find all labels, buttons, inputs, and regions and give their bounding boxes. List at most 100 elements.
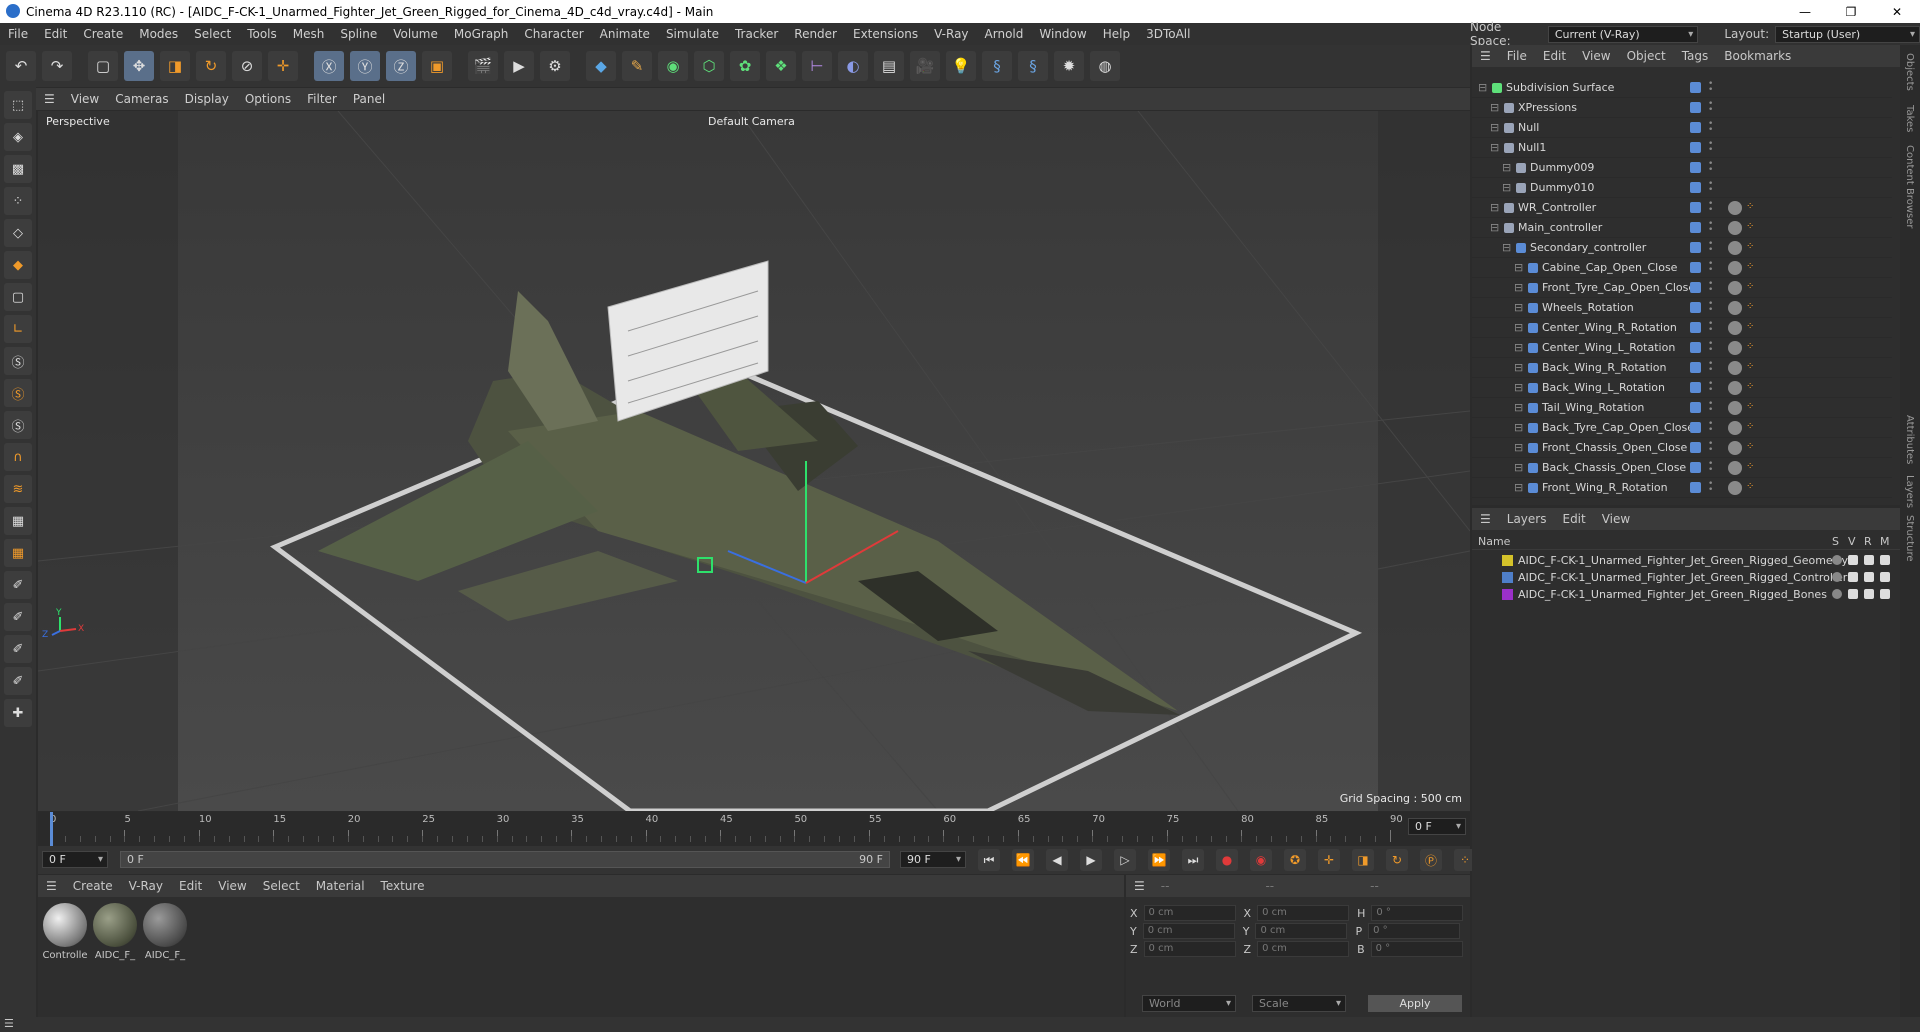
next-frame-icon[interactable]: ▷ <box>1114 849 1136 871</box>
layer-hamburger-icon[interactable]: ☰ <box>1472 512 1499 526</box>
expand-toggle-icon[interactable]: ⊟ <box>1514 481 1523 494</box>
scale-tool-icon[interactable]: ◨ <box>160 51 190 81</box>
tab-content-browser[interactable]: Content Browser <box>1904 145 1915 228</box>
object-row[interactable]: ⊟ Cabine_Cap_Open_Close • • ⁘ <box>1472 258 1892 278</box>
render-view-icon[interactable]: 🎬 <box>468 51 498 81</box>
object-row[interactable]: ⊟ Center_Wing_R_Rotation • • ⁘ <box>1472 318 1892 338</box>
previous-key-icon[interactable]: ⏪ <box>1012 849 1034 871</box>
visibility-dots-icon[interactable]: • • <box>1708 340 1713 355</box>
visibility-dots-icon[interactable]: • • <box>1708 360 1713 375</box>
menu-animate[interactable]: Animate <box>592 27 658 41</box>
material-tag-icon[interactable] <box>1728 201 1742 215</box>
move-tool-icon[interactable]: ✥ <box>124 51 154 81</box>
expand-toggle-icon[interactable]: ⊟ <box>1490 141 1499 154</box>
expand-toggle-icon[interactable]: ⊟ <box>1490 121 1499 134</box>
menu-character[interactable]: Character <box>516 27 591 41</box>
expand-toggle-icon[interactable]: ⊟ <box>1514 321 1523 334</box>
render-toggle-icon[interactable] <box>1864 555 1874 565</box>
visibility-dots-icon[interactable]: • • <box>1708 280 1713 295</box>
object-row[interactable]: ⊟ Back_Tyre_Cap_Open_Close • • ⁘ <box>1472 418 1892 438</box>
coordinate-field[interactable]: 0 cm <box>1142 923 1235 939</box>
points-mode-icon[interactable]: ⁘ <box>4 187 32 215</box>
visibility-dots-icon[interactable]: • • <box>1708 160 1713 175</box>
material-menu-v-ray[interactable]: V-Ray <box>121 879 171 893</box>
layer-color-swatch[interactable] <box>1502 572 1513 583</box>
uv-mode-icon[interactable]: ▢ <box>4 283 32 311</box>
visibility-dots-icon[interactable]: • • <box>1708 420 1713 435</box>
object-row[interactable]: ⊟ Front_Wing_R_Rotation • • ⁘ <box>1472 478 1892 498</box>
rotate-tool-icon[interactable]: ↻ <box>196 51 226 81</box>
coordinate-field[interactable]: 0 ° <box>1371 905 1464 921</box>
visible-toggle-icon[interactable] <box>1848 555 1858 565</box>
tab-layers[interactable]: Layers <box>1904 475 1915 508</box>
visibility-dots-icon[interactable]: • • <box>1708 240 1713 255</box>
object-row[interactable]: ⊟ Front_Tyre_Cap_Open_Close • • ⁘ <box>1472 278 1892 298</box>
object-menu-view[interactable]: View <box>1574 49 1618 63</box>
material-tag-icon[interactable] <box>1728 301 1742 315</box>
menu-window[interactable]: Window <box>1031 27 1094 41</box>
viewport-perspective[interactable]: X Y Z Perspective Default Camera Grid Spac… <box>38 111 1470 811</box>
redo-icon[interactable]: ↷ <box>42 51 72 81</box>
layer-color-icon[interactable] <box>1690 262 1701 273</box>
key-scale-icon[interactable]: ◨ <box>1352 849 1374 871</box>
menu-v-ray[interactable]: V-Ray <box>926 27 976 41</box>
material-tag-icon[interactable] <box>1728 361 1742 375</box>
visibility-dots-icon[interactable]: • • <box>1708 200 1713 215</box>
size-mode-dropdown[interactable]: Scale <box>1252 995 1346 1012</box>
visibility-dots-icon[interactable]: • • <box>1708 380 1713 395</box>
python-generator-icon[interactable]: § <box>982 51 1012 81</box>
model-mode-icon[interactable]: ◈ <box>4 123 32 151</box>
coordinate-field[interactable]: 0 cm <box>1257 905 1350 921</box>
visibility-dots-icon[interactable]: • • <box>1708 440 1713 455</box>
material-tag-icon[interactable] <box>1728 381 1742 395</box>
object-menu-edit[interactable]: Edit <box>1535 49 1574 63</box>
render-picture-viewer-icon[interactable]: ▶ <box>504 51 534 81</box>
python-script-icon[interactable]: § <box>1018 51 1048 81</box>
floor-scene-icon[interactable]: ▤ <box>874 51 904 81</box>
menu-file[interactable]: File <box>0 27 36 41</box>
xpresso-tag-icon[interactable]: ⁘ <box>1746 441 1754 452</box>
key-rotation-icon[interactable]: ↻ <box>1386 849 1408 871</box>
solo-toggle-icon[interactable] <box>1832 589 1842 599</box>
coordinate-field[interactable]: 0 ° <box>1368 923 1461 939</box>
material-tag-icon[interactable] <box>1728 461 1742 475</box>
add-tool-icon[interactable]: ✚ <box>4 699 32 727</box>
snap-settings-icon[interactable]: Ⓢ <box>4 379 32 407</box>
viewport-menu-cameras[interactable]: Cameras <box>107 92 176 106</box>
subdivision-generator-icon[interactable]: ◉ <box>658 51 688 81</box>
layer-color-icon[interactable] <box>1690 422 1701 433</box>
menu-create[interactable]: Create <box>75 27 131 41</box>
texture-mode-icon[interactable]: ▩ <box>4 155 32 183</box>
mograph-fracture-icon[interactable]: ❖ <box>766 51 796 81</box>
material-swatch[interactable]: AIDC_F_ <box>92 903 138 961</box>
locked-workplane-icon[interactable]: ▦ <box>4 539 32 567</box>
object-row[interactable]: ⊟ Subdivision Surface • • <box>1472 78 1892 98</box>
material-tag-icon[interactable] <box>1728 221 1742 235</box>
snap-enable-icon[interactable]: Ⓢ <box>4 411 32 439</box>
menu-render[interactable]: Render <box>786 27 845 41</box>
object-row[interactable]: ⊟ Back_Wing_L_Rotation • • ⁘ <box>1472 378 1892 398</box>
viewport-menu-filter[interactable]: Filter <box>299 92 345 106</box>
magnet-icon[interactable]: ∩ <box>4 443 32 471</box>
start-frame-field[interactable]: 0 F <box>42 851 108 868</box>
xpresso-tag-icon[interactable]: ⁘ <box>1746 201 1754 212</box>
layer-color-icon[interactable] <box>1690 322 1701 333</box>
paint-icon[interactable]: ✐ <box>4 603 32 631</box>
material-menu-create[interactable]: Create <box>65 879 121 893</box>
end-frame-field[interactable]: 90 F <box>900 851 966 868</box>
expand-toggle-icon[interactable]: ⊟ <box>1490 201 1499 214</box>
visibility-dots-icon[interactable]: • • <box>1708 260 1713 275</box>
layer-color-icon[interactable] <box>1690 302 1701 313</box>
material-tag-icon[interactable] <box>1728 321 1742 335</box>
object-menu-bookmarks[interactable]: Bookmarks <box>1716 49 1799 63</box>
object-menu-tags[interactable]: Tags <box>1674 49 1717 63</box>
frame-range-slider[interactable]: 0 F 90 F <box>120 851 890 868</box>
layer-color-icon[interactable] <box>1690 222 1701 233</box>
autokey-icon[interactable]: ◉ <box>1250 849 1272 871</box>
visibility-dots-icon[interactable]: • • <box>1708 480 1713 495</box>
object-row[interactable]: ⊟ Tail_Wing_Rotation • • ⁘ <box>1472 398 1892 418</box>
key-parameter-icon[interactable]: Ⓟ <box>1420 849 1442 871</box>
layer-color-icon[interactable] <box>1690 282 1701 293</box>
expand-toggle-icon[interactable]: ⊟ <box>1514 281 1523 294</box>
key-position-icon[interactable]: ✛ <box>1318 849 1340 871</box>
